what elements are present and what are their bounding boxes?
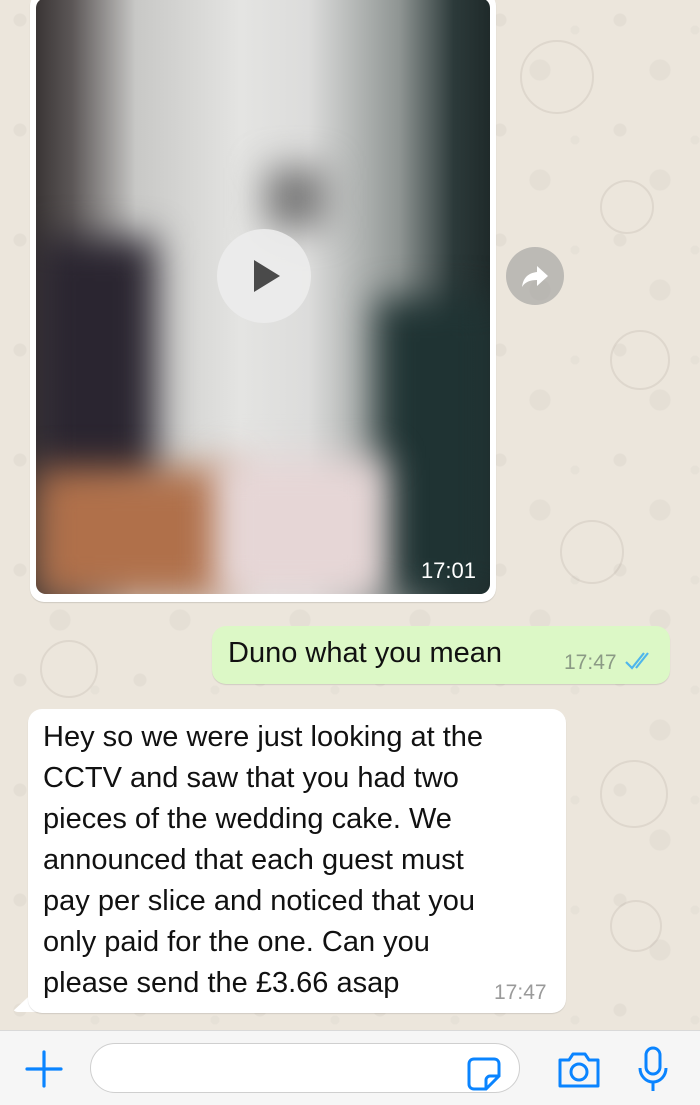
message-text: Duno what you mean	[228, 637, 503, 669]
outgoing-message-bubble[interactable]: Duno what you mean 17:47	[212, 626, 670, 684]
message-text: Hey so we were just looking at the CCTV …	[43, 721, 484, 999]
forward-button[interactable]	[506, 247, 564, 305]
plus-icon[interactable]	[24, 1049, 64, 1089]
video-timestamp: 17:01	[420, 558, 476, 583]
message-timestamp: 17:47	[494, 981, 547, 1004]
video-message-bubble[interactable]: 17:01	[30, 0, 496, 602]
doodle-pattern	[600, 760, 668, 828]
read-ticks-icon	[625, 652, 649, 670]
doodle-pattern	[610, 330, 670, 390]
blurred-figure	[216, 458, 386, 594]
message-input[interactable]	[90, 1043, 520, 1093]
doodle-pattern	[520, 40, 594, 114]
blurred-figure	[36, 468, 236, 594]
play-button[interactable]	[217, 229, 311, 323]
message-timestamp: 17:47	[564, 651, 617, 674]
blurred-figure	[36, 238, 156, 498]
incoming-message-bubble[interactable]: Hey so we were just looking at the CCTV …	[28, 709, 566, 1013]
doodle-pattern	[560, 520, 624, 584]
blurred-figure	[376, 298, 490, 594]
blurred-figure	[266, 168, 326, 228]
doodle-pattern	[600, 180, 654, 234]
camera-icon[interactable]	[556, 1050, 602, 1090]
forward-icon	[522, 266, 548, 287]
doodle-pattern	[40, 640, 98, 698]
chat-background: 17:01 Duno what you mean 17:47 Hey so we…	[0, 0, 700, 1030]
doodle-pattern	[610, 900, 662, 952]
sticker-icon[interactable]	[466, 1056, 502, 1092]
play-icon	[254, 260, 280, 292]
mic-icon[interactable]	[636, 1046, 670, 1094]
